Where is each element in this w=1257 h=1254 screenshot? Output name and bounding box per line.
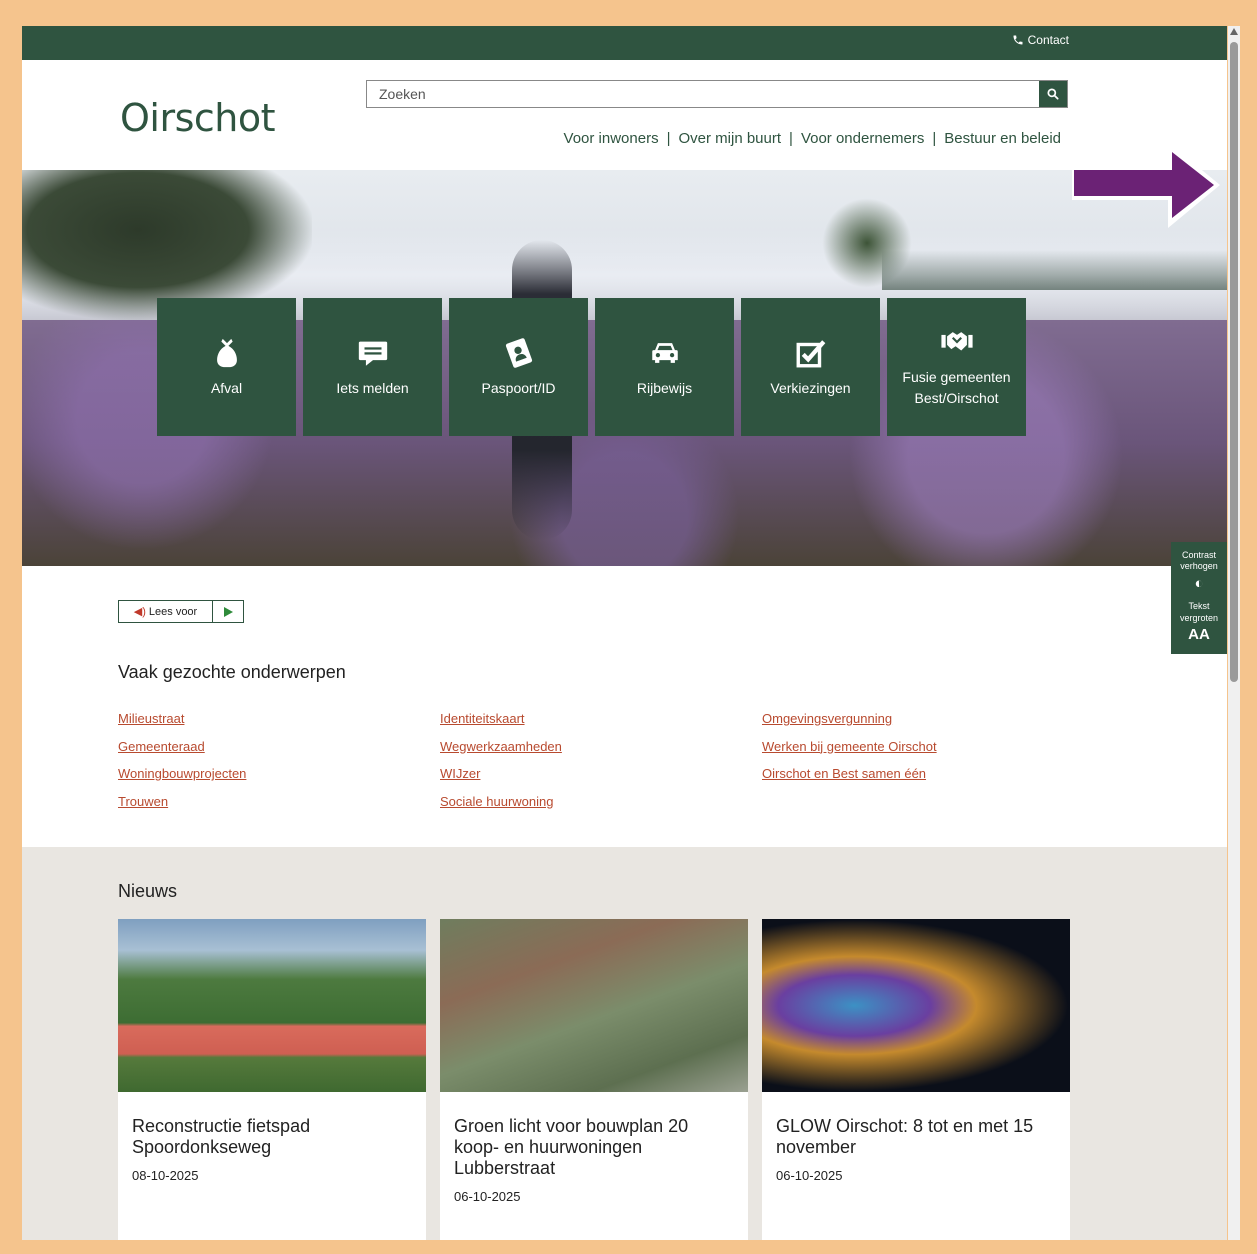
news-card[interactable]: Reconstructie fietspad Spoordonkseweg 08… (118, 919, 426, 1240)
news-title: Nieuws (118, 881, 178, 901)
news-card-title: Reconstructie fietspad Spoordonkseweg (132, 1116, 311, 1157)
handshake-icon (940, 332, 973, 351)
readspeaker-label: Lees voor (148, 605, 198, 618)
nav-item-buurt[interactable]: Over mijn buurt (678, 130, 781, 147)
news-card-title: GLOW Oirschot: 8 tot en met 15 november (776, 1116, 1034, 1157)
news-card-date: 06-10-2025 (776, 1168, 843, 1183)
news-card[interactable]: Groen licht voor bouwplan 20 koop- en hu… (440, 919, 748, 1240)
tile-label: Iets melden (336, 379, 409, 396)
id-card-icon (505, 337, 532, 368)
nav-item-bestuur[interactable]: Bestuur en beleid (944, 130, 1061, 147)
topic-link[interactable]: Trouwen (118, 793, 440, 811)
search-button[interactable] (1039, 81, 1067, 107)
text-size-toggle[interactable]: Tekst vergroten AA (1171, 593, 1227, 644)
quick-links-tiles: Afval Iets melden Paspoort/ID Rijbewijs … (157, 298, 1026, 436)
phone-icon (1013, 35, 1023, 45)
site-logo[interactable]: Oirschot (120, 96, 276, 140)
contact-label: Contact (1027, 33, 1069, 47)
ballot-check-icon (796, 339, 825, 367)
contrast-label: Contrast verhogen (1180, 550, 1218, 572)
scroll-up-icon[interactable] (1230, 28, 1238, 35)
tile-label: Fusie gemeenten Best/Oirschot (902, 369, 1011, 406)
nav-item-inwoners[interactable]: Voor inwoners (564, 130, 659, 147)
contact-link[interactable]: Contact (1012, 33, 1069, 47)
topic-link[interactable]: Identiteitskaart (440, 710, 762, 728)
contrast-toggle[interactable]: Contrast verhogen ◐ (1171, 542, 1227, 593)
news-card-title: Groen licht voor bouwplan 20 koop- en hu… (454, 1116, 689, 1178)
topic-link[interactable]: Omgevingsvergunning (762, 710, 1084, 728)
news-section: Nieuws Reconstructie fietspad Spoordonks… (22, 847, 1227, 1240)
chat-bubble-icon (358, 341, 387, 366)
readspeaker-bar: ◀) Lees voor (118, 600, 244, 623)
text-size-icon: AA (1188, 625, 1210, 643)
play-icon (224, 606, 233, 617)
news-card-date: 06-10-2025 (454, 1189, 521, 1204)
tile-label: Afval (210, 379, 243, 396)
search-bar (366, 80, 1068, 108)
topic-link[interactable]: Werken bij gemeente Oirschot (762, 738, 1084, 756)
trash-bag-icon (216, 338, 237, 367)
search-icon (1047, 88, 1059, 100)
scrollbar-thumb[interactable] (1230, 42, 1238, 682)
tile-paspoort[interactable]: Paspoort/ID (449, 298, 588, 436)
topic-link[interactable]: Wegwerkzaamheden (440, 738, 762, 756)
topic-link[interactable]: Gemeenteraad (118, 738, 440, 756)
popular-topics-links: Milieustraat Identiteitskaart Omgevingsv… (118, 710, 1098, 810)
news-image (118, 919, 426, 1092)
annotation-arrow-icon (1072, 142, 1220, 228)
nav-item-ondernemers[interactable]: Voor ondernemers (801, 130, 924, 147)
tile-verkiezingen[interactable]: Verkiezingen (741, 298, 880, 436)
search-input[interactable] (367, 81, 1051, 107)
top-utility-bar: Contact (22, 26, 1227, 60)
news-cards: Reconstructie fietspad Spoordonkseweg 08… (118, 919, 1070, 1240)
browser-viewport: Contact Oirschot Voor inwoners | Over mi… (22, 26, 1227, 1240)
accessibility-widget: Contrast verhogen ◐ Tekst vergroten AA (1171, 542, 1227, 654)
nav-separator: | (789, 130, 793, 147)
news-card[interactable]: GLOW Oirschot: 8 tot en met 15 november … (762, 919, 1070, 1240)
news-image (762, 919, 1070, 1092)
tile-fusie[interactable]: Fusie gemeenten Best/Oirschot (887, 298, 1026, 436)
news-card-date: 08-10-2025 (132, 1168, 199, 1183)
topic-link[interactable]: Woningbouwprojecten (118, 765, 440, 783)
tile-label: Paspoort/ID (481, 379, 556, 396)
nav-separator: | (932, 130, 937, 147)
contrast-icon: ◐ (1194, 574, 1204, 592)
hero-treeline (882, 250, 1227, 290)
topic-link[interactable]: WIJzer (440, 765, 762, 783)
topic-link[interactable]: Oirschot en Best samen één (762, 765, 1084, 783)
tile-iets-melden[interactable]: Iets melden (303, 298, 442, 436)
popular-topics-title: Vaak gezochte onderwerpen (118, 662, 346, 682)
speaker-icon: ◀) (133, 606, 146, 618)
car-icon (651, 342, 678, 363)
topic-link[interactable]: Milieustraat (118, 710, 440, 728)
topic-link[interactable]: Sociale huurwoning (440, 793, 762, 811)
tile-rijbewijs[interactable]: Rijbewijs (595, 298, 734, 436)
vertical-scrollbar[interactable] (1228, 26, 1240, 1240)
play-button[interactable] (213, 601, 243, 622)
text-size-label: Tekst vergroten (1179, 601, 1219, 623)
tile-afval[interactable]: Afval (157, 298, 296, 436)
tile-label: Verkiezingen (770, 379, 851, 396)
readspeaker-button[interactable]: ◀) Lees voor (119, 601, 213, 622)
tile-label: Rijbewijs (636, 379, 693, 396)
news-image (440, 919, 748, 1092)
nav-separator: | (666, 130, 671, 147)
main-navigation: Voor inwoners | Over mijn buurt | Voor o… (564, 130, 1061, 147)
